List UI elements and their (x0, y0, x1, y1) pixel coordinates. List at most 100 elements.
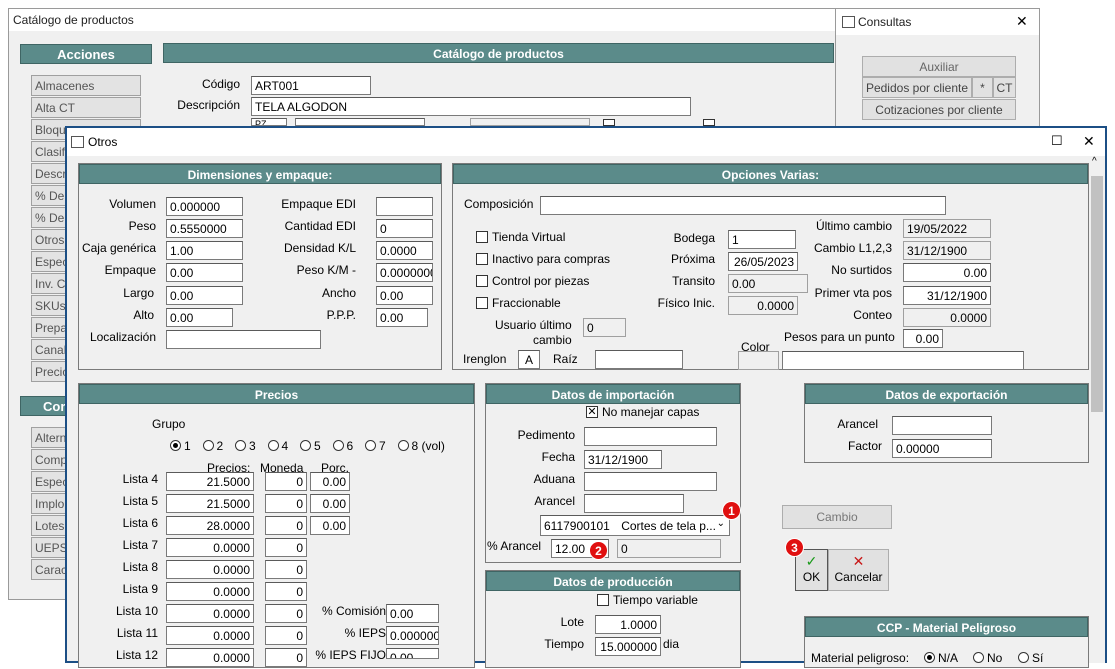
raiz-input[interactable] (595, 350, 683, 369)
scrollbar-thumb[interactable] (1091, 176, 1103, 412)
price-input[interactable]: 21.5000 (166, 494, 254, 513)
volumen-input[interactable]: 0.000000 (166, 197, 243, 216)
moneda-input[interactable]: 0 (265, 648, 307, 667)
primer-vta-input[interactable]: 31/12/1900 (903, 286, 991, 305)
moneda-input[interactable]: 0 (265, 560, 307, 579)
pedidos-star-button[interactable]: * (972, 77, 993, 98)
proxima-input[interactable]: 26/05/2023 (728, 252, 798, 271)
lote-input[interactable]: 1.0000 (595, 615, 661, 634)
pedidos-ct-button[interactable]: CT (993, 77, 1016, 98)
comision-input[interactable]: 0.00 (386, 604, 439, 623)
cambio-button[interactable]: Cambio (782, 505, 892, 529)
peso-km-input[interactable]: 0.0000000 (376, 263, 433, 282)
inactivo-checkbox[interactable] (476, 253, 488, 265)
empaque-edi-input[interactable] (376, 197, 433, 216)
cancelar-button[interactable]: ✕ Cancelar (828, 549, 889, 591)
price-input[interactable]: 28.0000 (166, 516, 254, 535)
pesos-input[interactable]: 0.00 (903, 329, 943, 348)
empaque-input[interactable]: 0.00 (166, 263, 243, 282)
auxiliar-button[interactable]: Auxiliar (862, 56, 1016, 77)
alto-input[interactable]: 0.00 (166, 308, 233, 327)
foto-checkbox[interactable] (703, 119, 715, 126)
price-list-label: Lista 11 (116, 626, 158, 640)
price-input[interactable]: 0.0000 (166, 538, 254, 557)
factor-input[interactable]: 0.00000 (892, 439, 992, 458)
price-list-label: Lista 9 (122, 582, 158, 596)
grupo-radio[interactable] (332, 440, 344, 451)
volumen-label: Volumen (109, 197, 156, 211)
unidad-input[interactable]: PZ (251, 118, 287, 126)
densidad-input[interactable]: 0.0000 (376, 241, 433, 260)
no-surtidos-input[interactable]: 0.00 (903, 263, 991, 282)
moneda-input[interactable]: 0 (265, 516, 307, 535)
moneda-input[interactable]: 0 (265, 626, 307, 645)
close-icon[interactable]: ✕ (1083, 133, 1095, 150)
largo-input[interactable]: 0.00 (166, 286, 243, 305)
color-talla-checkbox[interactable] (603, 119, 615, 126)
tienda-virtual-checkbox[interactable] (476, 231, 488, 243)
price-input[interactable]: 0.0000 (166, 560, 254, 579)
familia-input[interactable] (295, 118, 425, 126)
cotizaciones-por-cliente-button[interactable]: Cotizaciones por cliente (862, 99, 1016, 120)
ieps-fijo-input[interactable]: 0.00 (386, 648, 439, 659)
descripcion-input[interactable]: TELA ALGODON (251, 97, 691, 116)
close-icon[interactable]: ✕ (1016, 13, 1028, 30)
vertical-scrollbar[interactable]: ^ (1089, 156, 1105, 663)
codigo-input[interactable]: ART001 (251, 76, 371, 95)
grupo-radio[interactable] (202, 440, 214, 451)
porc-input[interactable]: 0.00 (310, 516, 350, 535)
localizacion-input[interactable] (166, 330, 321, 349)
price-input[interactable]: 21.5000 (166, 472, 254, 491)
price-input[interactable]: 0.0000 (166, 582, 254, 601)
scroll-up-icon[interactable]: ^ (1092, 156, 1097, 167)
bodega-input[interactable]: 1 (728, 230, 796, 249)
aduana-input[interactable] (584, 472, 717, 491)
porc-input[interactable]: 0.00 (310, 472, 350, 491)
grupo-radio[interactable] (397, 440, 409, 451)
maximize-icon[interactable]: ☐ (1051, 133, 1063, 149)
ppp-input[interactable]: 0.00 (376, 308, 428, 327)
no-manejar-capas-checkbox[interactable]: ✕ (586, 406, 598, 418)
tiempo-variable-checkbox[interactable] (597, 594, 609, 606)
moneda-input[interactable]: 0 (265, 582, 307, 601)
radio-na[interactable] (924, 652, 935, 663)
ancho-input[interactable]: 0.00 (376, 286, 433, 305)
moneda-input[interactable]: 0 (265, 494, 307, 513)
radio-no[interactable] (973, 652, 984, 663)
grupo-radio[interactable] (267, 440, 279, 451)
caja-input[interactable]: 1.00 (166, 241, 243, 260)
grupo-label: Grupo (152, 417, 186, 431)
irenglon-input[interactable]: A (518, 350, 540, 369)
export-arancel-input[interactable] (892, 416, 992, 435)
arancel-input[interactable] (584, 494, 684, 513)
ieps-input[interactable]: 0.000000 (386, 626, 439, 645)
tiempo-input[interactable]: 15.000000 (595, 637, 661, 656)
side-menu-item[interactable]: Alta CT (31, 97, 141, 118)
fraccionable-label: Fraccionable (492, 296, 561, 310)
price-input[interactable]: 0.0000 (166, 648, 254, 667)
color-input[interactable] (782, 351, 1024, 370)
fecha-input[interactable]: 31/12/1900 (584, 450, 662, 469)
grupo-radio-label: 3 (249, 439, 256, 453)
pedimento-input[interactable] (584, 427, 717, 446)
control-piezas-checkbox[interactable] (476, 275, 488, 287)
grupo-radio[interactable] (235, 440, 246, 451)
porc-input[interactable]: 0.00 (310, 494, 350, 513)
composicion-input[interactable] (540, 196, 946, 215)
fraccionable-checkbox[interactable] (476, 297, 488, 309)
grupo-radio[interactable] (300, 440, 311, 451)
grupo-radio[interactable] (170, 440, 181, 451)
ok-button[interactable]: ✓ OK (795, 549, 828, 591)
cantidad-edi-input[interactable]: 0 (376, 219, 433, 238)
side-menu-item[interactable]: Almacenes (31, 75, 141, 96)
arancel-select[interactable]: 6117900101 Cortes de tela p... ⌄ (540, 515, 730, 536)
pedidos-por-cliente-button[interactable]: Pedidos por cliente (862, 77, 972, 98)
price-input[interactable]: 0.0000 (166, 626, 254, 645)
moneda-input[interactable]: 0 (265, 472, 307, 491)
moneda-input[interactable]: 0 (265, 604, 307, 623)
grupo-radio[interactable] (365, 440, 376, 451)
price-input[interactable]: 0.0000 (166, 604, 254, 623)
radio-si[interactable] (1018, 652, 1029, 663)
peso-input[interactable]: 0.5550000 (166, 219, 243, 238)
moneda-input[interactable]: 0 (265, 538, 307, 557)
